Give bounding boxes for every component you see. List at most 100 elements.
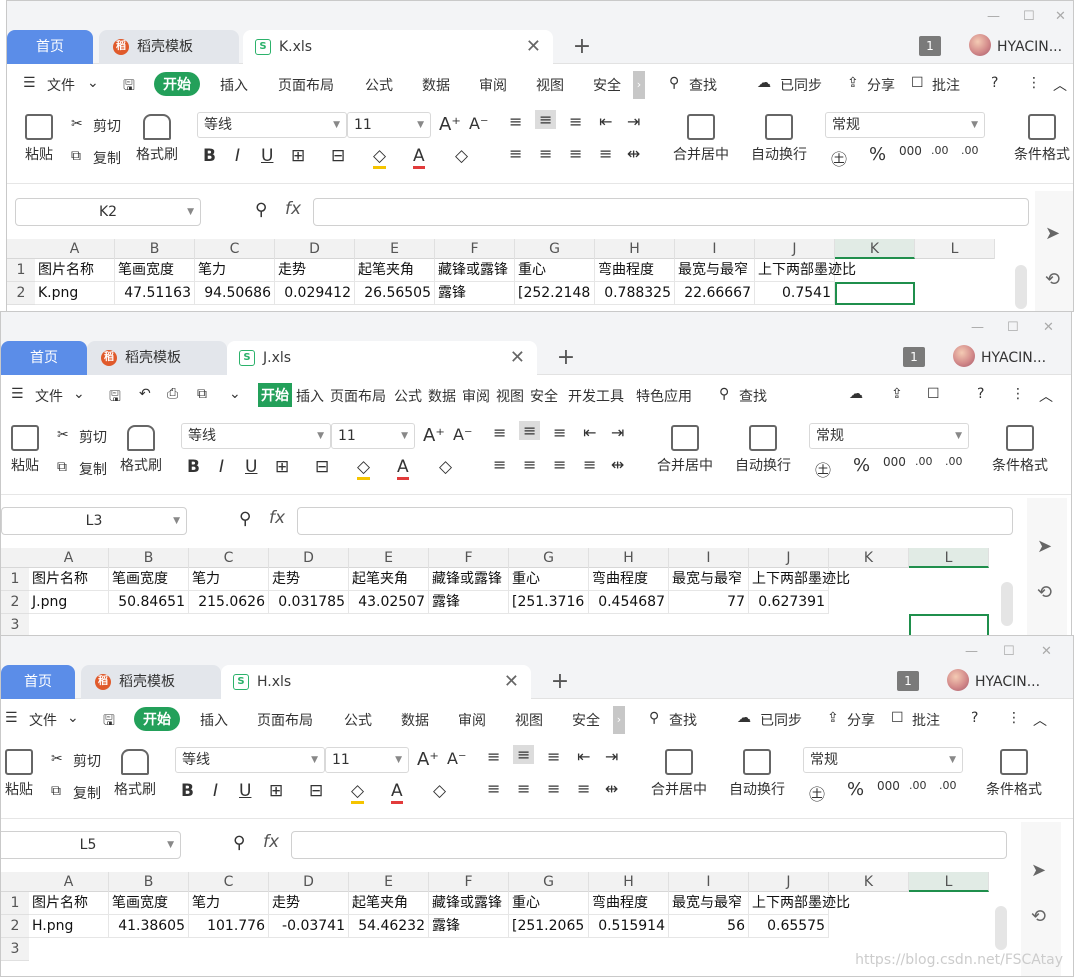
thousands-icon[interactable]: 000 xyxy=(899,144,922,158)
align-center-icon[interactable]: ≡ xyxy=(517,779,530,798)
share-icon[interactable]: ⇪ xyxy=(847,75,859,91)
data-cell[interactable]: 0.454687 xyxy=(589,591,669,614)
zoom-icon[interactable]: ⚲ xyxy=(233,833,245,853)
chevron-down-icon[interactable]: ⌄ xyxy=(229,386,241,402)
data-cell[interactable]: 0.788325 xyxy=(595,282,675,305)
conditional-format-button[interactable]: 条件格式 xyxy=(1007,114,1073,164)
more-icon[interactable]: ⋮ xyxy=(1007,710,1021,726)
border-icon[interactable]: ⊞ xyxy=(269,781,283,801)
header-cell[interactable]: 笔画宽度 xyxy=(109,892,189,915)
increase-decimal-icon[interactable]: .00 xyxy=(915,455,933,468)
font-name-select[interactable]: 等线 ▼ xyxy=(175,747,325,773)
column-header-c[interactable]: C xyxy=(189,548,269,568)
close-tab-icon[interactable]: ✕ xyxy=(504,665,519,699)
shapes-icon[interactable]: ⟲ xyxy=(1045,269,1060,290)
column-header-h[interactable]: H xyxy=(589,548,669,568)
distribute-icon[interactable]: ⇹ xyxy=(605,779,618,798)
eraser-icon[interactable]: ◇ xyxy=(439,457,452,477)
data-cell[interactable]: J.png xyxy=(29,591,109,614)
menu-insert[interactable]: 插入 xyxy=(220,75,248,95)
header-cell[interactable]: 重心 xyxy=(509,892,589,915)
header-cell[interactable]: 重心 xyxy=(515,259,595,282)
new-tab-button[interactable]: + xyxy=(551,341,581,375)
header-cell[interactable]: 弯曲程度 xyxy=(589,568,669,591)
row-header-3[interactable]: 3 xyxy=(1,614,29,637)
font-shrink-icon[interactable]: A⁻ xyxy=(453,425,472,444)
font-color-icon[interactable]: A xyxy=(397,457,409,480)
copy-icon[interactable]: ⧉ xyxy=(57,459,67,475)
menu-share[interactable]: 分享 xyxy=(867,75,895,95)
column-header-g[interactable]: G xyxy=(509,548,589,568)
font-color-icon[interactable]: A xyxy=(413,146,425,169)
undo-icon[interactable]: ↶ xyxy=(139,386,151,402)
close-icon[interactable]: ✕ xyxy=(1043,320,1054,335)
align-center-icon[interactable]: ≡ xyxy=(539,144,552,163)
font-color-icon[interactable]: A xyxy=(391,781,403,804)
collapse-icon[interactable]: ︿ xyxy=(1039,386,1053,406)
increase-decimal-icon[interactable]: .00 xyxy=(931,144,949,157)
underline-icon[interactable]: U xyxy=(239,781,251,801)
header-cell[interactable]: 上下两部墨迹比 xyxy=(749,568,850,591)
indent-decrease-icon[interactable]: ⇤ xyxy=(577,747,590,766)
comment-icon[interactable]: ☐ xyxy=(927,386,940,402)
align-top-icon[interactable]: ≡ xyxy=(487,747,500,766)
format-painter-button[interactable]: 格式刷 xyxy=(115,425,167,475)
collapse-icon[interactable]: ︿ xyxy=(1053,75,1067,95)
align-middle-icon[interactable]: ≡ xyxy=(535,110,557,129)
data-cell[interactable]: [252.2148 xyxy=(515,282,595,305)
data-cell[interactable]: 41.38605 xyxy=(109,915,189,938)
menu-file[interactable]: 文件 xyxy=(29,710,57,730)
bold-icon[interactable]: B xyxy=(203,146,216,166)
chevron-down-icon[interactable]: ⌄ xyxy=(73,386,85,402)
vertical-scrollbar[interactable] xyxy=(1001,582,1013,626)
fill-pattern-icon[interactable]: ⊟ xyxy=(331,146,345,166)
more-icon[interactable]: ⋮ xyxy=(1027,75,1041,91)
column-header-g[interactable]: G xyxy=(515,239,595,259)
merge-center-button[interactable]: 合并居中 xyxy=(643,749,715,799)
fill-pattern-icon[interactable]: ⊟ xyxy=(309,781,323,801)
fill-color-icon[interactable]: ◇ xyxy=(351,781,365,804)
data-cell[interactable]: 94.50686 xyxy=(195,282,275,305)
new-tab-button[interactable]: + xyxy=(567,30,597,64)
data-cell[interactable]: 50.84651 xyxy=(109,591,189,614)
column-header-k[interactable]: K xyxy=(829,548,909,568)
column-header-j[interactable]: J xyxy=(749,872,829,892)
column-header-a[interactable]: A xyxy=(29,548,109,568)
data-cell[interactable]: 101.776 xyxy=(189,915,269,938)
cut-button[interactable]: 剪切 xyxy=(93,116,121,136)
indent-increase-icon[interactable]: ⇥ xyxy=(627,112,640,131)
new-tab-button[interactable]: + xyxy=(545,665,575,699)
align-right-icon[interactable]: ≡ xyxy=(569,144,582,163)
header-cell[interactable]: 最宽与最窄 xyxy=(675,259,755,282)
fx-icon[interactable]: fx xyxy=(263,832,279,852)
paste-button[interactable]: 粘贴 xyxy=(17,114,61,164)
formula-input[interactable] xyxy=(291,831,1007,859)
header-cell[interactable]: 笔画宽度 xyxy=(109,568,189,591)
name-box[interactable]: L3 ▼ xyxy=(1,507,187,535)
menu-scroll-right-icon[interactable]: › xyxy=(633,71,645,99)
row-header-2[interactable]: 2 xyxy=(7,282,35,305)
distribute-icon[interactable]: ⇹ xyxy=(627,144,640,163)
justify-icon[interactable]: ≡ xyxy=(583,455,596,474)
merge-center-button[interactable]: 合并居中 xyxy=(649,425,721,475)
font-size-select[interactable]: 11 ▼ xyxy=(325,747,409,773)
more-icon[interactable]: ⋮ xyxy=(1011,386,1025,402)
menu-layout[interactable]: 页面布局 xyxy=(278,75,334,95)
indent-decrease-icon[interactable]: ⇤ xyxy=(583,423,596,442)
maximize-icon[interactable]: ☐ xyxy=(1007,320,1019,335)
thousands-icon[interactable]: 000 xyxy=(877,779,900,793)
menu-start[interactable]: 开始 xyxy=(154,72,200,96)
column-header-c[interactable]: C xyxy=(189,872,269,892)
data-cell[interactable]: 露锋 xyxy=(435,282,515,305)
scissors-icon[interactable]: ✂ xyxy=(71,116,83,132)
chevron-down-icon[interactable]: ⌄ xyxy=(67,710,79,726)
menu-formula[interactable]: 公式 xyxy=(365,75,393,95)
fx-icon[interactable]: fx xyxy=(269,508,285,528)
menu-search[interactable]: 查找 xyxy=(739,386,767,406)
column-header-l[interactable]: L xyxy=(909,548,989,568)
help-icon[interactable]: ? xyxy=(977,386,984,402)
tab-file[interactable]: S H.xls ✕ xyxy=(221,665,531,699)
column-header-b[interactable]: B xyxy=(115,239,195,259)
align-bottom-icon[interactable]: ≡ xyxy=(569,112,582,131)
row-header-1[interactable]: 1 xyxy=(7,259,35,282)
